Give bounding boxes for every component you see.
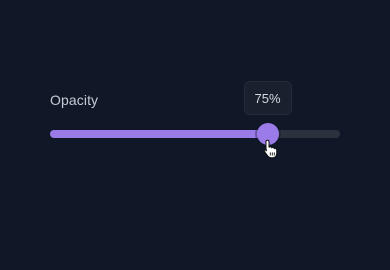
value-tooltip: 75% <box>243 81 292 115</box>
slider-track[interactable] <box>50 130 340 138</box>
slider-fill <box>50 130 268 138</box>
slider-thumb[interactable] <box>256 123 279 145</box>
value-text: 75% <box>254 90 281 106</box>
slider-label: Opacity <box>50 92 99 108</box>
